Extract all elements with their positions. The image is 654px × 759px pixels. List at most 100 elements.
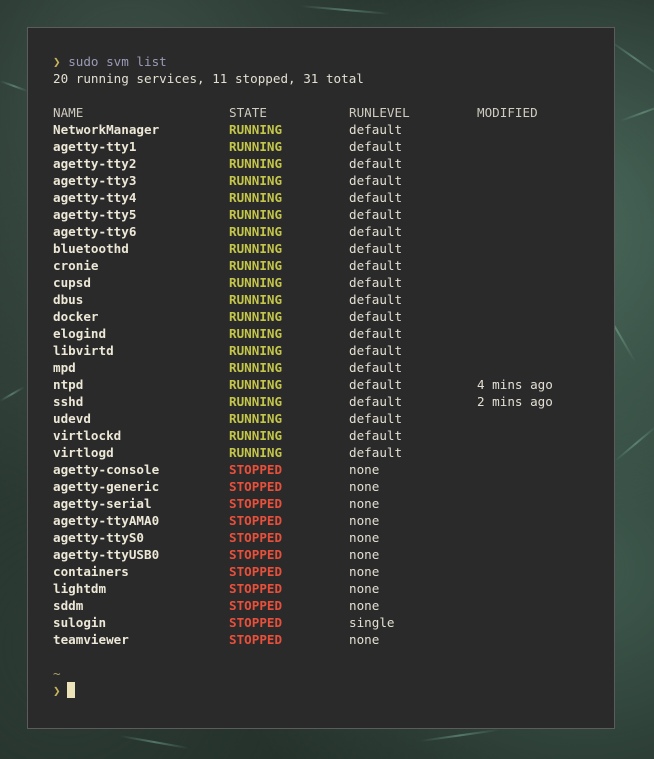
service-runlevel: none (349, 496, 380, 511)
service-runlevel: default (349, 173, 403, 188)
service-state: RUNNING (229, 224, 283, 239)
service-table: NetworkManager RUNNING default agetty-tty1 R… (53, 121, 604, 648)
table-row: agetty-tty4 RUNNING default (53, 189, 604, 206)
service-runlevel: default (349, 292, 403, 307)
summary-text: 20 running services, 11 stopped, 31 tota… (53, 71, 364, 86)
table-row: agetty-tty3 RUNNING default (53, 172, 604, 189)
service-state: RUNNING (229, 156, 283, 171)
service-modified: 2 mins ago (477, 394, 553, 409)
service-runlevel: default (349, 122, 403, 137)
table-row: sshd RUNNING default 2 mins ago (53, 393, 604, 410)
header-modified: MODIFIED (477, 105, 538, 120)
table-row: cupsd RUNNING default (53, 274, 604, 291)
service-name: lightdm (53, 581, 107, 596)
service-name: agetty-tty5 (53, 207, 137, 222)
service-state: STOPPED (229, 479, 283, 494)
service-state: STOPPED (229, 513, 283, 528)
service-runlevel: default (349, 275, 403, 290)
terminal-window[interactable]: ❯ sudo svm list 20 running services, 11 … (27, 27, 615, 729)
service-state: RUNNING (229, 292, 283, 307)
service-runlevel: default (349, 377, 403, 392)
service-name: agetty-tty2 (53, 156, 137, 171)
table-row: agetty-tty1 RUNNING default (53, 138, 604, 155)
service-state: RUNNING (229, 241, 283, 256)
service-state: STOPPED (229, 615, 283, 630)
table-row: agetty-ttyAMA0 STOPPED none (53, 512, 604, 529)
service-name: virtlockd (53, 428, 122, 443)
service-runlevel: none (349, 462, 380, 477)
service-runlevel: default (349, 445, 403, 460)
service-name: elogind (53, 326, 107, 341)
service-runlevel: none (349, 598, 380, 613)
service-runlevel: default (349, 139, 403, 154)
table-row: sddm STOPPED none (53, 597, 604, 614)
service-state: RUNNING (229, 275, 283, 290)
table-row: udevd RUNNING default (53, 410, 604, 427)
prompt-arrow-icon: ❯ (53, 54, 61, 69)
table-row: virtlogd RUNNING default (53, 444, 604, 461)
table-row: cronie RUNNING default (53, 257, 604, 274)
service-name: sddm (53, 598, 84, 613)
service-runlevel: default (349, 360, 403, 375)
service-name: agetty-generic (53, 479, 160, 494)
service-name: agetty-ttyAMA0 (53, 513, 160, 528)
service-runlevel: default (349, 428, 403, 443)
command-text: sudo svm list (68, 54, 167, 69)
service-runlevel: default (349, 309, 403, 324)
service-state: RUNNING (229, 343, 283, 358)
service-name: mpd (53, 360, 76, 375)
table-row: virtlockd RUNNING default (53, 427, 604, 444)
table-header: NAME STATE RUNLEVEL MODIFIED (53, 104, 604, 121)
service-runlevel: default (349, 241, 403, 256)
header-state: STATE (229, 105, 267, 120)
table-row: agetty-console STOPPED none (53, 461, 604, 478)
service-runlevel: default (349, 343, 403, 358)
service-runlevel: none (349, 632, 380, 647)
terminal-output: ❯ sudo svm list 20 running services, 11 … (53, 53, 604, 699)
table-row: dbus RUNNING default (53, 291, 604, 308)
service-name: udevd (53, 411, 91, 426)
header-runlevel: RUNLEVEL (349, 105, 410, 120)
service-name: agetty-serial (53, 496, 152, 511)
service-name: virtlogd (53, 445, 114, 460)
service-name: agetty-tty1 (53, 139, 137, 154)
service-name: cronie (53, 258, 99, 273)
service-name: sshd (53, 394, 84, 409)
table-row: sulogin STOPPED single (53, 614, 604, 631)
service-state: RUNNING (229, 207, 283, 222)
table-row: ntpd RUNNING default 4 mins ago (53, 376, 604, 393)
table-row: agetty-tty2 RUNNING default (53, 155, 604, 172)
table-row: agetty-serial STOPPED none (53, 495, 604, 512)
service-runlevel: default (349, 207, 403, 222)
service-state: RUNNING (229, 190, 283, 205)
service-name: agetty-ttyS0 (53, 530, 144, 545)
service-name: teamviewer (53, 632, 129, 647)
command-line: ❯ sudo svm list (53, 53, 604, 70)
service-name: sulogin (53, 615, 107, 630)
service-name: docker (53, 309, 99, 324)
service-state: RUNNING (229, 360, 283, 375)
input-prompt-line[interactable]: ❯ (53, 682, 604, 699)
service-name: dbus (53, 292, 84, 307)
service-state: STOPPED (229, 632, 283, 647)
service-runlevel: default (349, 326, 403, 341)
service-name: bluetoothd (53, 241, 129, 256)
service-name: agetty-console (53, 462, 160, 477)
service-name: libvirtd (53, 343, 114, 358)
table-row: agetty-tty6 RUNNING default (53, 223, 604, 240)
service-name: ntpd (53, 377, 84, 392)
service-runlevel: default (349, 156, 403, 171)
service-modified: 4 mins ago (477, 377, 553, 392)
table-row: containers STOPPED none (53, 563, 604, 580)
service-name: cupsd (53, 275, 91, 290)
prompt-arrow-icon: ❯ (53, 683, 61, 698)
service-runlevel: none (349, 581, 380, 596)
table-row: libvirtd RUNNING default (53, 342, 604, 359)
service-name: NetworkManager (53, 122, 160, 137)
table-row: agetty-ttyS0 STOPPED none (53, 529, 604, 546)
cwd-indicator: ~ (53, 666, 61, 681)
table-row: mpd RUNNING default (53, 359, 604, 376)
table-row: teamviewer STOPPED none (53, 631, 604, 648)
service-runlevel: none (349, 513, 380, 528)
service-name: agetty-tty4 (53, 190, 137, 205)
